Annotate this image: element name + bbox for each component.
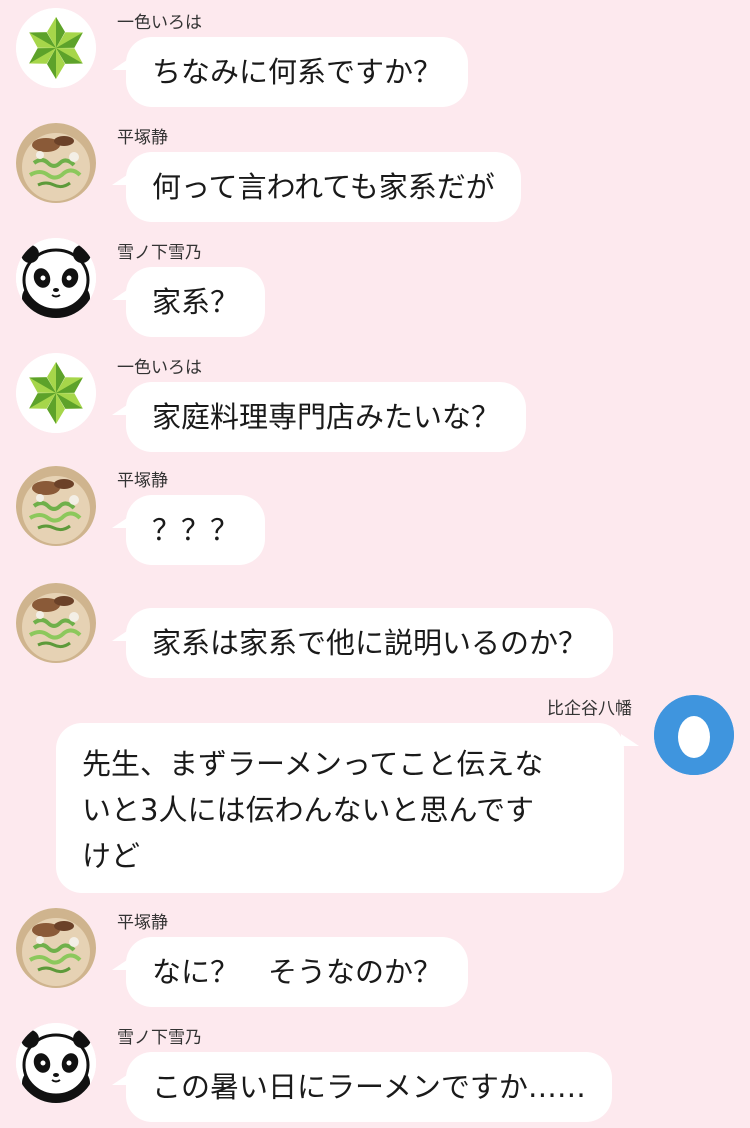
sender-name: 一色いろは: [117, 13, 202, 33]
sender-name: 一色いろは: [117, 358, 202, 378]
green-star-icon[interactable]: [16, 353, 96, 433]
message-bubble[interactable]: 家庭料理専門店みたいな？: [126, 382, 527, 452]
message-bubble[interactable]: ちなみに何系ですか？: [126, 37, 469, 107]
ramen-photo-icon[interactable]: [16, 123, 96, 203]
ramen-photo-icon[interactable]: [16, 466, 96, 546]
sender-name: 平塚静: [117, 128, 168, 148]
ramen-photo-icon[interactable]: [16, 583, 96, 663]
message-bubble[interactable]: この暑い日にラーメンですか……: [126, 1052, 612, 1122]
message-bubble[interactable]: 家系？: [126, 267, 266, 337]
sender-name: 比企谷八幡: [547, 699, 632, 719]
message-bubble[interactable]: 何って言われても家系だが: [126, 152, 521, 222]
message-line: いと3人には伝わんないと思んです: [82, 793, 535, 827]
message-line: けど: [82, 839, 141, 873]
sender-name: 雪ノ下雪乃: [117, 243, 202, 263]
sender-name: 平塚静: [117, 913, 168, 933]
egg-icon[interactable]: [654, 695, 734, 775]
message-bubble[interactable]: 家系は家系で他に説明いるのか？: [126, 608, 614, 678]
chat-log: 一色いろは ちなみに何系ですか？ 平塚静 何って言われても家系だが 雪ノ下雪乃 …: [0, 0, 750, 1128]
green-star-icon[interactable]: [16, 8, 96, 88]
ramen-photo-icon[interactable]: [16, 908, 96, 988]
message-bubble[interactable]: 先生、まずラーメンってこと伝えな いと3人には伝わんないと思んです けど: [56, 723, 624, 893]
sender-name: 平塚静: [117, 471, 168, 491]
message-line: 先生、まずラーメンってこと伝えな: [82, 747, 544, 781]
message-bubble[interactable]: なに？ そうなのか？: [126, 937, 469, 1007]
panda-icon[interactable]: [16, 238, 96, 318]
panda-icon[interactable]: [16, 1023, 96, 1103]
sender-name: 雪ノ下雪乃: [117, 1028, 202, 1048]
message-bubble[interactable]: ？？？: [126, 495, 266, 565]
